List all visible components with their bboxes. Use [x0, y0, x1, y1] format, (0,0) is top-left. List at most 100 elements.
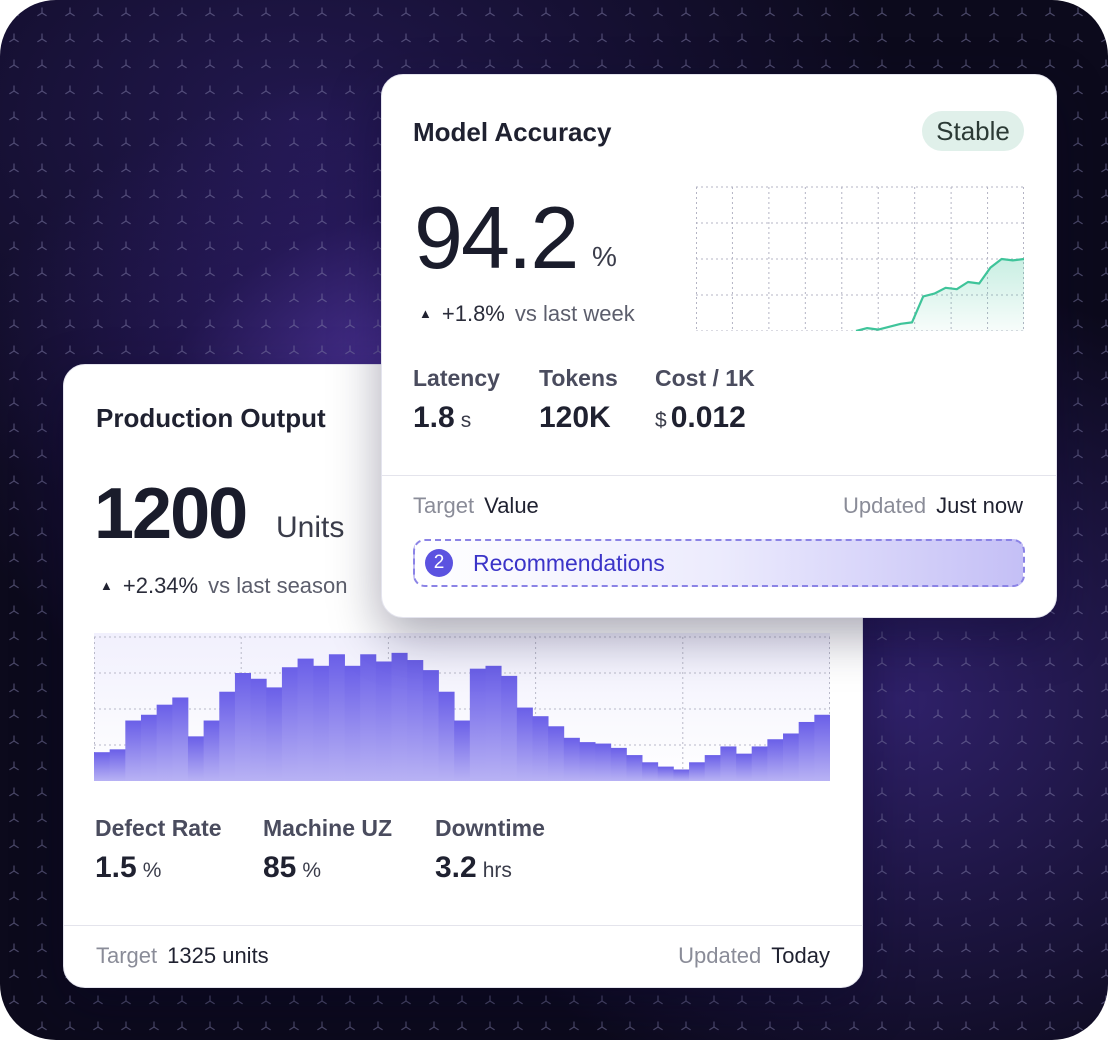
accuracy-sparkline-chart: [696, 186, 1024, 331]
metric-label-latency: Latency: [413, 365, 500, 391]
model-change: ▲ +1.8% vs last week: [419, 301, 635, 327]
trend-up-icon: ▲: [419, 306, 432, 321]
production-value: 1200: [94, 474, 248, 554]
chart-bar: [328, 654, 345, 781]
model-target-label: Target: [413, 493, 475, 518]
downtime-number: 3.2: [435, 851, 477, 884]
chart-bar: [751, 746, 768, 781]
chart-bar: [642, 762, 659, 781]
chart-bar: [344, 665, 361, 781]
metric-value-defect-rate: 1.5%: [95, 851, 161, 885]
model-target-value: Value: [484, 493, 539, 518]
chart-bar: [673, 769, 690, 781]
model-target: Target Value: [413, 493, 539, 519]
metric-label-downtime: Downtime: [435, 815, 545, 841]
chart-bar: [313, 665, 330, 781]
chart-bar: [783, 733, 800, 781]
metric-label-tokens: Tokens: [539, 365, 618, 391]
chart-bar: [579, 742, 596, 781]
chart-bar: [266, 687, 283, 781]
chart-bar: [125, 720, 142, 781]
latency-number: 1.8: [413, 401, 455, 434]
production-target-value: 1325 units: [167, 943, 269, 968]
chart-bar: [360, 654, 377, 781]
chart-bar: [532, 716, 549, 781]
production-title: Production Output: [96, 403, 326, 433]
chart-bar: [109, 749, 126, 781]
model-updated-value: Just now: [936, 493, 1023, 518]
model-title: Model Accuracy: [413, 117, 612, 147]
chart-bar: [814, 714, 830, 781]
metric-value-latency: 1.8 s: [413, 401, 471, 435]
chart-bar: [172, 697, 189, 781]
chart-bar: [548, 726, 565, 781]
chart-bar: [516, 707, 533, 781]
downtime-unit: hrs: [482, 859, 512, 882]
chart-bar: [485, 665, 502, 781]
model-change-value: +1.8%: [441, 301, 505, 326]
chart-bar: [407, 660, 424, 781]
production-change-context: vs last season: [208, 573, 348, 598]
metric-value-cost: $0.012: [655, 401, 746, 435]
chart-bar: [767, 739, 784, 781]
chart-bar: [657, 766, 674, 781]
chart-bar: [156, 704, 173, 781]
model-divider: [382, 475, 1056, 476]
production-bar-chart: [94, 633, 830, 781]
chart-bar: [595, 743, 612, 781]
metric-label-defect-rate: Defect Rate: [95, 815, 222, 841]
chart-bar: [250, 678, 267, 781]
chart-bar: [469, 668, 486, 781]
chart-bar: [438, 691, 455, 781]
recommendations-button[interactable]: 2 Recommendations: [413, 539, 1025, 587]
chart-bar: [203, 720, 220, 781]
recommendations-label: Recommendations: [473, 550, 665, 576]
production-unit: Units: [276, 511, 345, 544]
production-updated-value: Today: [771, 943, 830, 968]
chart-bar: [736, 753, 753, 781]
chart-bar: [187, 736, 205, 781]
model-unit: %: [592, 241, 617, 272]
production-change: ▲ +2.34% vs last season: [100, 573, 348, 599]
latency-unit: s: [460, 409, 472, 432]
chart-bar: [798, 721, 815, 781]
chart-bar: [626, 755, 643, 781]
production-target: Target 1325 units: [96, 943, 269, 969]
machine-uz-unit: %: [302, 859, 322, 882]
chart-bar: [454, 720, 471, 781]
production-target-label: Target: [96, 943, 158, 968]
production-updated: Updated Today: [678, 943, 830, 969]
chart-bar: [140, 714, 158, 781]
chart-bar: [297, 658, 314, 781]
defect-rate-unit: %: [142, 859, 162, 882]
recommendations-count-badge: 2: [425, 549, 453, 577]
cost-currency: $: [655, 409, 667, 432]
chart-bar: [391, 652, 408, 781]
model-accuracy-card: Model Accuracy Stable 94.2 % ▲ +1.8% vs la…: [381, 74, 1057, 618]
metric-label-machine-uz: Machine UZ: [263, 815, 393, 841]
chart-bar: [219, 691, 236, 781]
model-value: 94.2: [414, 188, 579, 287]
production-updated-label: Updated: [678, 943, 762, 968]
model-updated-label: Updated: [842, 493, 927, 518]
chart-bar: [689, 762, 706, 781]
chart-bar: [281, 667, 298, 781]
cost-number: 0.012: [670, 401, 746, 434]
chart-bar: [720, 746, 737, 781]
chart-bar: [704, 755, 721, 781]
metric-value-downtime: 3.2 hrs: [435, 851, 512, 885]
chart-bar: [375, 661, 392, 781]
production-divider: [64, 925, 862, 926]
trend-up-icon: ▲: [100, 578, 113, 593]
chart-bar: [501, 675, 518, 781]
production-change-value: +2.34%: [122, 573, 199, 598]
machine-uz-number: 85: [263, 851, 297, 884]
defect-rate-number: 1.5: [95, 851, 137, 884]
chart-bar: [234, 673, 251, 781]
chart-bar: [610, 747, 627, 781]
model-change-context: vs last week: [514, 301, 635, 326]
status-badge: Stable: [922, 111, 1024, 151]
chart-bar: [422, 670, 439, 781]
metric-label-cost: Cost / 1K: [655, 365, 755, 391]
metric-value-machine-uz: 85%: [263, 851, 321, 885]
